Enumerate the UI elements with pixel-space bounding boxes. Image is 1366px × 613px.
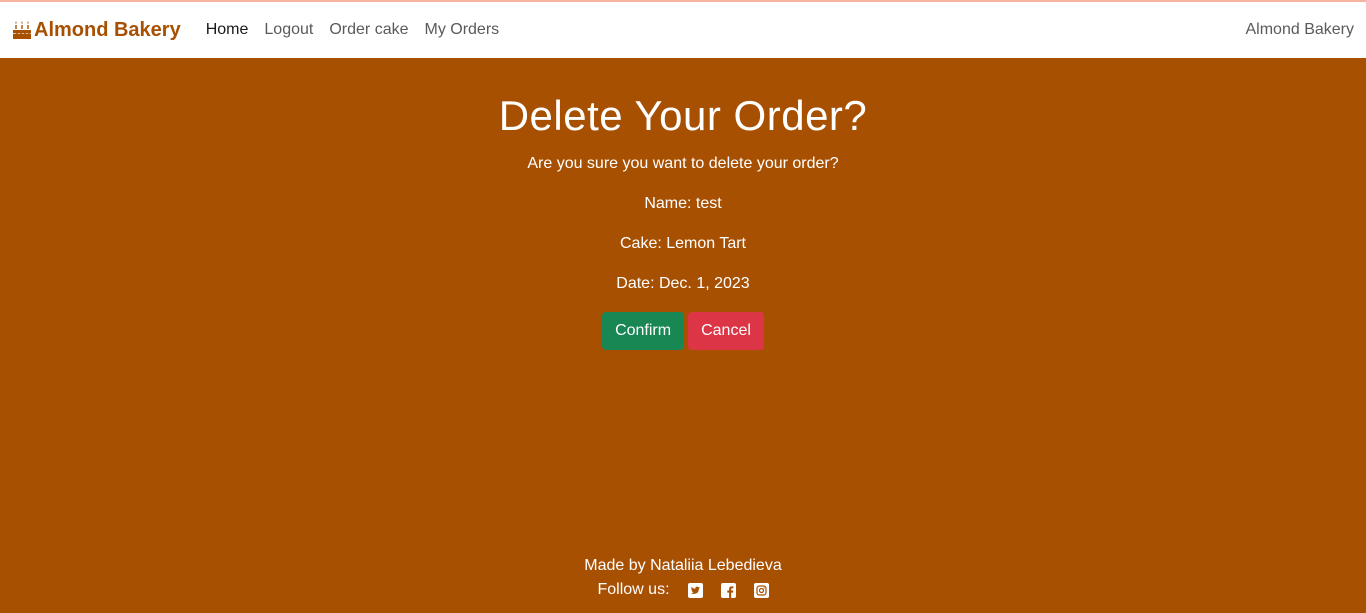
follow-row: Follow us: <box>0 580 1366 600</box>
main-content: Delete Your Order? Are you sure you want… <box>0 92 1366 350</box>
nav-home[interactable]: Home <box>206 21 249 39</box>
nav-right-brand: Almond Bakery <box>1245 21 1355 38</box>
made-by-text: Made by Nataliia Lebedieva <box>584 557 782 574</box>
twitter-icon[interactable] <box>687 582 703 598</box>
order-cake: Cake: Lemon Tart <box>620 235 746 252</box>
cake-icon <box>13 21 31 39</box>
instagram-icon[interactable] <box>753 582 769 598</box>
nav-logout[interactable]: Logout <box>264 21 313 39</box>
action-buttons: Confirm Cancel <box>0 312 1366 350</box>
footer: Made by Nataliia Lebedieva Follow us: <box>0 556 1366 600</box>
nav-order-cake[interactable]: Order cake <box>329 21 408 39</box>
navbar: Almond Bakery Home Logout Order cake My … <box>0 2 1366 58</box>
follow-label: Follow us: <box>597 581 670 598</box>
facebook-icon[interactable] <box>720 582 736 598</box>
order-date: Date: Dec. 1, 2023 <box>616 275 750 292</box>
page-title: Delete Your Order? <box>498 92 868 139</box>
cancel-button[interactable]: Cancel <box>688 312 764 350</box>
brand-name: Almond Bakery <box>34 18 181 41</box>
nav-my-orders[interactable]: My Orders <box>424 21 499 39</box>
brand-link[interactable]: Almond Bakery <box>12 19 181 42</box>
confirm-button[interactable]: Confirm <box>602 312 685 350</box>
confirm-prompt: Are you sure you want to delete your ord… <box>527 155 839 172</box>
order-name: Name: test <box>644 195 722 212</box>
